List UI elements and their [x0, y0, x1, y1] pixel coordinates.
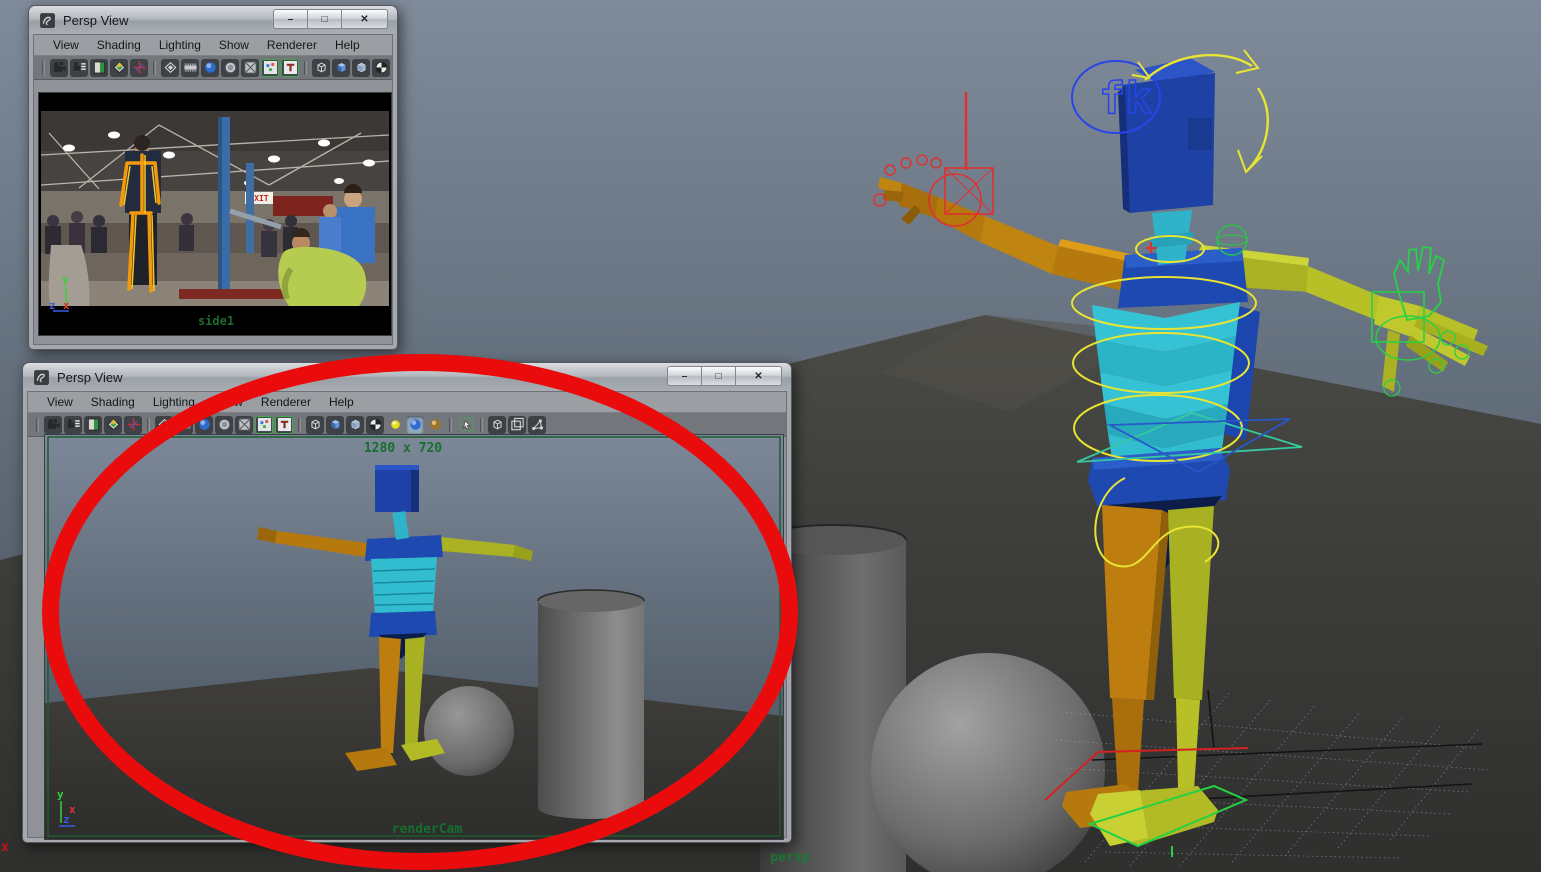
smooth-shaded-icon[interactable] — [201, 58, 219, 77]
svg-text:z: z — [49, 299, 56, 312]
fk-control-label: fk — [1099, 73, 1152, 124]
menu-item-shading[interactable]: Shading — [82, 393, 144, 411]
video-frame: EXIT y z x side1 — [39, 93, 391, 335]
no-textures-icon[interactable] — [241, 58, 259, 77]
svg-text:x: x — [63, 299, 70, 312]
use-default-material-icon[interactable] — [261, 58, 279, 77]
persp-view-window-video[interactable]: Persp View – □ ✕ View Shading Lighting Show… — [28, 5, 398, 350]
menu-item-renderer[interactable]: Renderer — [258, 36, 326, 54]
main-axis-x-label: x — [1, 840, 9, 855]
xray-cube-icon[interactable] — [346, 415, 364, 434]
toolbar-separator — [35, 417, 40, 432]
camera-label: side1 — [198, 314, 234, 328]
wireframe-shaded-icon[interactable] — [155, 415, 173, 434]
svg-text:y: y — [57, 788, 64, 801]
maximize-button[interactable]: □ — [308, 9, 342, 29]
camera-attributes-icon[interactable] — [64, 415, 82, 434]
film-gate-icon[interactable] — [175, 415, 193, 434]
toolbar-separator — [297, 417, 302, 432]
minimize-button[interactable]: – — [667, 366, 702, 386]
toolbar-separator — [448, 417, 453, 432]
material-ball-icon[interactable] — [426, 416, 444, 434]
mini-sphere[interactable] — [424, 686, 514, 776]
menu-item-lighting[interactable]: Lighting — [150, 36, 210, 54]
resolution-gate-label: 1280 x 720 — [364, 441, 442, 456]
close-button[interactable]: ✕ — [342, 9, 388, 29]
menu-item-help[interactable]: Help — [326, 36, 369, 54]
film-gate-icon[interactable] — [181, 58, 199, 77]
node-connections-icon[interactable] — [528, 415, 546, 434]
window-title: Persp View — [57, 369, 123, 385]
panel-toolbar — [34, 56, 392, 80]
xray-cube-icon[interactable] — [352, 58, 370, 77]
track-tool-icon[interactable] — [124, 415, 142, 434]
maya-panel-icon — [33, 369, 50, 386]
menu-item-shading[interactable]: Shading — [88, 36, 150, 54]
window-titlebar[interactable]: Persp View – □ ✕ — [23, 363, 791, 391]
menu-item-view[interactable]: View — [44, 36, 88, 54]
menu-item-renderer[interactable]: Renderer — [252, 393, 320, 411]
camera-label: renderCam — [392, 822, 463, 837]
wireframe-cube-icon[interactable] — [488, 415, 506, 434]
text-annotations-icon[interactable] — [281, 58, 299, 77]
isolate-select-icon[interactable] — [457, 416, 475, 434]
checkered-sphere-icon[interactable] — [366, 415, 384, 434]
menu-item-help[interactable]: Help — [320, 393, 363, 411]
frame-all-icon[interactable] — [508, 415, 526, 434]
track-tool-icon[interactable] — [130, 58, 148, 77]
maya-panel-icon — [39, 12, 56, 29]
window-titlebar[interactable]: Persp View – □ ✕ — [29, 6, 397, 34]
panel-menubar: View Shading Lighting Show Renderer Help — [34, 35, 392, 56]
smooth-shaded-active-icon[interactable] — [406, 415, 424, 434]
svg-text:y: y — [62, 273, 69, 286]
toolbar-separator — [41, 60, 46, 75]
camera-attributes-icon[interactable] — [70, 58, 88, 77]
toolbar-separator — [146, 417, 151, 432]
persp-view-window-render[interactable]: Persp View – □ ✕ View Shading Lighting Show… — [22, 362, 792, 843]
toolbar-separator — [303, 60, 308, 75]
svg-text:z: z — [63, 813, 70, 826]
wireframe-cube-icon[interactable] — [312, 58, 330, 77]
rendercam-viewport[interactable]: 1280 x 720 y x z renderCam — [44, 434, 784, 840]
no-textures-icon[interactable] — [235, 415, 253, 434]
svg-text:x: x — [69, 803, 76, 816]
panel-menubar: View Shading Lighting Show Renderer Help — [28, 392, 786, 413]
wireframe-cube-icon[interactable] — [306, 415, 324, 434]
shaded-cube-icon[interactable] — [326, 415, 344, 434]
menu-item-show[interactable]: Show — [210, 36, 258, 54]
image-plane-icon[interactable] — [110, 58, 128, 77]
maximize-button[interactable]: □ — [702, 366, 736, 386]
toolbar-separator — [479, 417, 484, 432]
menu-item-lighting[interactable]: Lighting — [144, 393, 204, 411]
menu-item-show[interactable]: Show — [204, 393, 252, 411]
window-title: Persp View — [63, 12, 129, 28]
toolbar-separator — [152, 60, 157, 75]
camera-icon[interactable] — [44, 415, 62, 434]
camera-icon[interactable] — [50, 58, 68, 77]
rendercam-scene: 1280 x 720 y x z renderCam — [45, 435, 783, 839]
flat-shaded-icon[interactable] — [215, 415, 233, 434]
video-viewport[interactable]: EXIT y z x side1 — [38, 92, 392, 336]
wireframe-shaded-icon[interactable] — [161, 58, 179, 77]
use-default-material-icon[interactable] — [255, 415, 273, 434]
bookmark-icon[interactable] — [84, 415, 102, 434]
minimize-button[interactable]: – — [273, 9, 308, 29]
main-camera-label: persp — [770, 850, 809, 865]
checkered-sphere-icon[interactable] — [372, 58, 390, 77]
shaded-cube-icon[interactable] — [332, 58, 350, 77]
flat-shaded-icon[interactable] — [221, 58, 239, 77]
bookmark-icon[interactable] — [90, 58, 108, 77]
image-plane-icon[interactable] — [104, 415, 122, 434]
menu-item-view[interactable]: View — [38, 393, 82, 411]
smooth-shaded-icon[interactable] — [195, 415, 213, 434]
light-icon[interactable] — [386, 416, 404, 434]
close-button[interactable]: ✕ — [736, 366, 782, 386]
text-annotations-icon[interactable] — [275, 415, 293, 434]
mini-cylinder[interactable] — [537, 589, 645, 819]
